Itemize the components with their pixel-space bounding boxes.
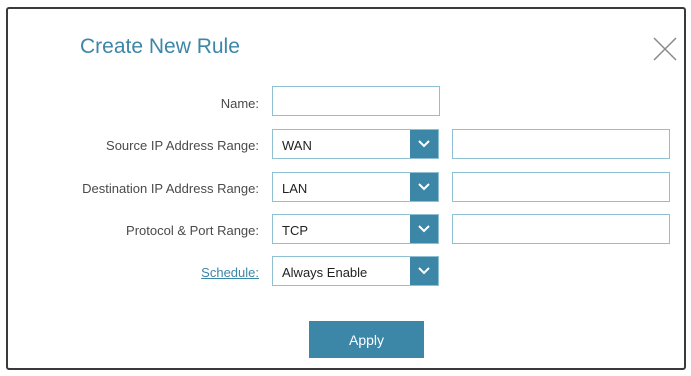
destination-ip-select[interactable]: LAN — [272, 172, 439, 202]
apply-button[interactable]: Apply — [309, 321, 424, 358]
chevron-down-icon — [410, 173, 438, 201]
name-label: Name: — [220, 96, 259, 111]
protocol-select[interactable]: TCP — [272, 214, 439, 244]
source-ip-select[interactable]: WAN — [272, 129, 439, 159]
name-input[interactable] — [272, 86, 440, 116]
create-rule-dialog: Create New Rule Name: Source IP Address … — [6, 7, 686, 370]
schedule-select[interactable]: Always Enable — [272, 256, 439, 286]
close-icon — [653, 37, 677, 61]
schedule-link[interactable]: Schedule: — [201, 265, 259, 280]
destination-ip-input[interactable] — [452, 172, 670, 202]
schedule-selected: Always Enable — [282, 265, 368, 280]
source-ip-input[interactable] — [452, 129, 670, 159]
protocol-selected: TCP — [282, 223, 308, 238]
port-range-input[interactable] — [452, 214, 670, 244]
destination-ip-selected: LAN — [282, 181, 308, 196]
close-button[interactable] — [651, 35, 679, 63]
destination-ip-label: Destination IP Address Range: — [82, 181, 259, 196]
chevron-down-icon — [410, 130, 438, 158]
protocol-port-label: Protocol & Port Range: — [126, 223, 259, 238]
chevron-down-icon — [410, 257, 438, 285]
source-ip-label: Source IP Address Range: — [106, 138, 259, 153]
source-ip-selected: WAN — [282, 138, 312, 153]
dialog-title: Create New Rule — [80, 35, 240, 58]
chevron-down-icon — [410, 215, 438, 243]
